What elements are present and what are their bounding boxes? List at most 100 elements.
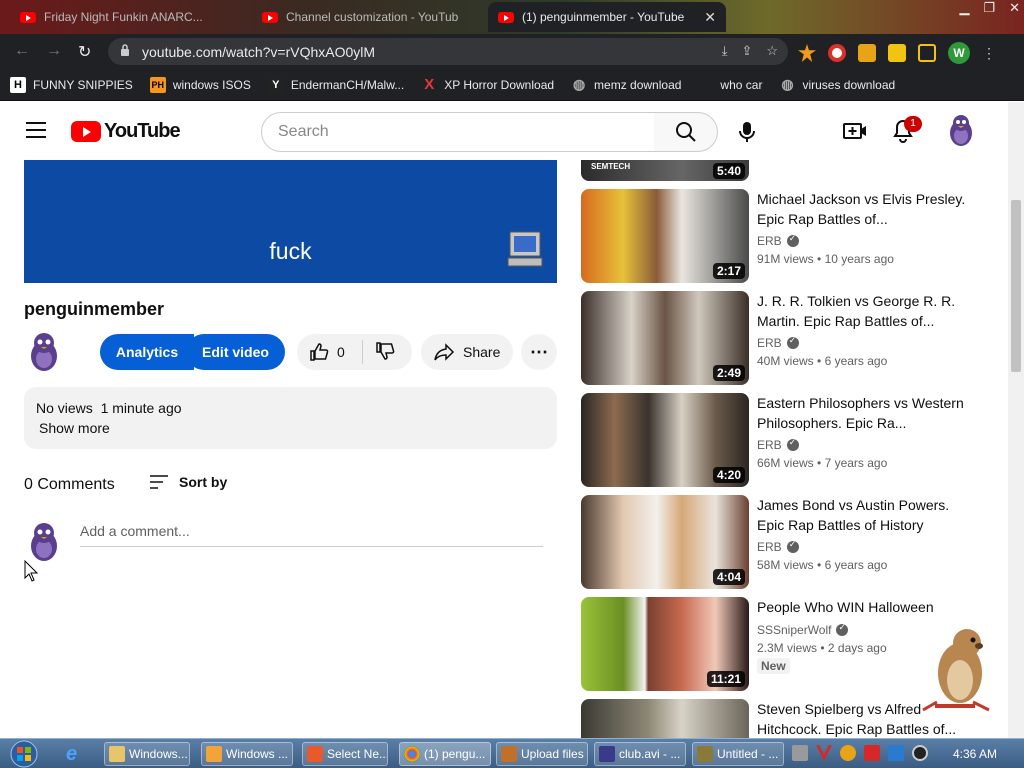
recommendation-item[interactable]: 2:17 Michael Jackson vs Elvis Presley. E… xyxy=(581,189,981,283)
comments-count: 0 Comments xyxy=(24,476,115,493)
user-avatar[interactable] xyxy=(945,113,977,147)
tray-volume-icon[interactable] xyxy=(912,745,928,761)
y-icon: Y xyxy=(267,76,284,93)
description-box[interactable]: No views 1 minute ago Show more xyxy=(24,387,557,449)
verified-icon xyxy=(786,335,799,349)
thumbs-down-icon xyxy=(376,341,395,360)
extension-icon[interactable] xyxy=(798,44,816,62)
tray-flag-icon[interactable] xyxy=(864,745,880,761)
close-window-icon[interactable]: ✕ xyxy=(1009,0,1020,16)
analytics-button[interactable]: Analytics xyxy=(100,334,194,370)
show-more-button[interactable]: Show more xyxy=(39,420,110,436)
reload-icon[interactable]: ↻ xyxy=(78,42,91,62)
search-input[interactable]: Search xyxy=(261,112,655,152)
media-player-icon xyxy=(206,746,222,762)
create-video-icon[interactable] xyxy=(843,120,867,142)
taskbar-button[interactable]: Untitled - ... xyxy=(692,742,784,766)
tray-search-icon[interactable] xyxy=(840,745,856,761)
paint-icon xyxy=(307,746,323,762)
browser-toolbar: ← → ↻ youtube.com/watch?v=rVQhxAO0ylM ⤓ … xyxy=(0,34,1024,69)
like-button[interactable]: 0 xyxy=(297,340,363,364)
side-panel-icon[interactable] xyxy=(918,44,936,62)
tray-network-icon[interactable] xyxy=(888,745,904,761)
taskbar-clock[interactable]: 4:36 AM xyxy=(953,747,997,761)
maximize-icon[interactable]: ❐ xyxy=(983,0,995,16)
views: 2.3M views xyxy=(757,641,818,655)
scrollbar-thumb[interactable] xyxy=(1011,200,1021,372)
channel-avatar[interactable] xyxy=(24,331,64,371)
recommendation-item[interactable]: 2:49 J. R. R. Tolkien vs George R. R. Ma… xyxy=(581,291,981,385)
close-tab-icon[interactable]: ✕ xyxy=(704,9,716,26)
video-duration: 2:49 xyxy=(712,365,745,381)
tab-label: (1) penguinmember - YouTube xyxy=(522,10,685,24)
bookmark-item[interactable]: ◍ memz download xyxy=(571,76,682,93)
tray-v-icon[interactable] xyxy=(816,745,832,761)
search-button[interactable] xyxy=(654,112,718,152)
taskbar-label: (1) pengu... xyxy=(424,747,486,761)
browser-tab-active[interactable]: (1) penguinmember - YouTube ✕ xyxy=(488,2,726,32)
video-meta: No views 1 minute ago xyxy=(36,400,182,416)
browser-tab[interactable]: Channel customization - YouTub xyxy=(252,2,484,32)
search-placeholder: Search xyxy=(278,123,329,140)
youtube-favicon-icon xyxy=(262,11,278,23)
extension-icon[interactable] xyxy=(828,44,846,62)
age: 6 years ago xyxy=(824,354,888,368)
hamburger-menu-icon[interactable] xyxy=(26,122,46,138)
bookmark-label: memz download xyxy=(594,77,682,92)
more-horizontal-icon: ⋯ xyxy=(530,341,548,362)
dislike-button[interactable] xyxy=(363,341,395,364)
edit-video-button[interactable]: Edit video xyxy=(186,334,285,370)
sort-by-button[interactable]: Sort by xyxy=(149,474,227,490)
microphone-icon[interactable] xyxy=(732,117,762,147)
video-player[interactable]: fuck xyxy=(24,160,557,283)
internet-explorer-icon[interactable]: e xyxy=(66,743,77,766)
url-text: youtube.com/watch?v=rVQhxAO0ylM xyxy=(142,44,376,60)
channel-label: SSSniperWolf xyxy=(757,623,832,637)
taskbar-button[interactable]: Windows... xyxy=(104,742,190,766)
thumbnail-text: SEMTECH xyxy=(591,162,631,171)
menu-kebab-icon[interactable]: ⋮ xyxy=(982,45,996,62)
recommendation-item[interactable]: 4:04 James Bond vs Austin Powers. Epic R… xyxy=(581,495,981,589)
tray-icon[interactable] xyxy=(792,745,808,761)
taskbar-button[interactable]: club.avi - ... xyxy=(594,742,686,766)
taskbar-button[interactable]: Select Ne... xyxy=(302,742,388,766)
bookmark-item[interactable]: X XP Horror Download xyxy=(421,76,554,93)
recommendation-partial[interactable]: SEMTECH 5:40 xyxy=(581,160,981,181)
profile-avatar[interactable]: W xyxy=(948,42,970,64)
page-scrollbar[interactable] xyxy=(1008,102,1024,738)
windows-taskbar: e Windows... Windows ... Select Ne... (1… xyxy=(0,738,1024,768)
views: 58M views xyxy=(757,558,814,572)
taskbar-button-active[interactable]: (1) pengu... xyxy=(399,742,491,766)
taskbar-button[interactable]: Upload files xyxy=(496,742,588,766)
puzzle-extensions-icon[interactable] xyxy=(858,44,876,62)
more-actions-button[interactable]: ⋯ xyxy=(521,334,557,370)
minimize-icon[interactable]: ▁ xyxy=(959,0,969,16)
start-button-icon[interactable] xyxy=(6,740,42,768)
bookmark-star-icon[interactable]: ☆ xyxy=(766,43,778,59)
views: 91M views xyxy=(757,252,814,266)
forward-icon[interactable]: → xyxy=(46,42,62,60)
address-bar[interactable]: youtube.com/watch?v=rVQhxAO0ylM ⤓ ⇪ ☆ xyxy=(108,38,788,65)
taskbar-button[interactable]: Windows ... xyxy=(201,742,293,766)
bookmark-item[interactable]: H FUNNY SNIPPIES xyxy=(10,76,133,93)
browser-tab[interactable]: Friday Night Funkin ANARC... xyxy=(10,2,250,32)
notification-badge: 1 xyxy=(904,116,922,132)
age: 2 days ago xyxy=(827,641,887,655)
install-app-icon[interactable]: ⤓ xyxy=(722,43,728,59)
add-comment-input[interactable]: Add a comment... xyxy=(80,523,543,547)
bookmark-label: EndermanCH/Malw... xyxy=(290,77,405,92)
bookmark-item[interactable]: ◍ viruses download xyxy=(779,76,895,93)
video-duration: 2:17 xyxy=(712,263,745,279)
bookmark-item[interactable]: Y EndermanCH/Malw... xyxy=(267,76,405,93)
media-icon[interactable] xyxy=(888,44,906,62)
tab-label: Friday Night Funkin ANARC... xyxy=(44,10,203,24)
share-page-icon[interactable]: ⇪ xyxy=(741,43,752,59)
bookmark-item[interactable]: who car xyxy=(720,78,762,92)
channel-name: ERB xyxy=(757,539,799,554)
back-icon[interactable]: ← xyxy=(14,42,30,60)
h-icon: H xyxy=(10,76,26,93)
youtube-logo[interactable]: YouTube xyxy=(71,120,181,143)
bookmark-item[interactable]: PH windows ISOS xyxy=(149,76,251,93)
recommendation-item[interactable]: 4:20 Eastern Philosophers vs Western Phi… xyxy=(581,393,981,487)
share-button[interactable]: Share xyxy=(421,334,513,370)
